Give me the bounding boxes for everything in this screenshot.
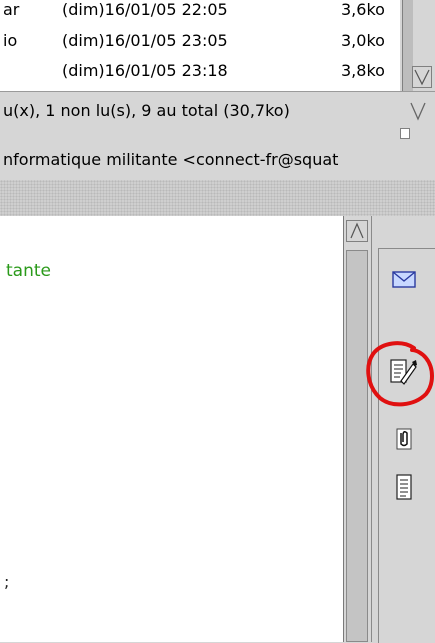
scroll-down-arrow-icon[interactable] [412, 66, 432, 88]
body-text-fragment: ; [4, 572, 10, 591]
body-text-line: tante [6, 261, 51, 281]
message-date: (dim)16/01/05 23:05 [62, 31, 228, 50]
message-row[interactable]: (dim)16/01/05 23:18 3,8ko [0, 61, 400, 87]
message-row[interactable]: ar (dim)16/01/05 22:05 3,6ko [0, 0, 400, 26]
message-sender: io [3, 31, 18, 50]
text-document-icon[interactable] [392, 472, 422, 502]
from-address: nformatique militante <connect-fr@squat [3, 150, 339, 169]
message-row[interactable]: io (dim)16/01/05 23:05 3,0ko [0, 31, 400, 57]
message-size: 3,0ko [341, 31, 385, 50]
scroll-up-arrow-icon[interactable] [346, 220, 368, 242]
message-sender: ar [3, 0, 20, 19]
header-separator [0, 180, 435, 216]
scrollbar-track[interactable] [346, 250, 368, 642]
attachment-icon[interactable] [392, 425, 422, 455]
sort-arrow-icon[interactable] [408, 100, 428, 122]
resize-grip[interactable] [400, 128, 410, 139]
message-body-scrollbar[interactable] [344, 216, 371, 642]
message-date: (dim)16/01/05 23:18 [62, 61, 228, 80]
status-bar: u(x), 1 non lu(s), 9 au total (30,7ko) [0, 91, 435, 139]
message-date: (dim)16/01/05 22:05 [62, 0, 228, 19]
message-size: 3,8ko [341, 61, 385, 80]
message-list-scrollbar[interactable] [400, 0, 435, 91]
mail-icon[interactable] [389, 264, 419, 294]
message-size: 3,6ko [341, 0, 385, 19]
compose-icon[interactable] [387, 357, 417, 387]
status-text: u(x), 1 non lu(s), 9 au total (30,7ko) [3, 101, 290, 120]
message-header-from: nformatique militante <connect-fr@squat [0, 140, 435, 180]
message-list[interactable]: ar (dim)16/01/05 22:05 3,6ko io (dim)16/… [0, 0, 400, 91]
message-body[interactable]: tante ; [0, 216, 344, 642]
